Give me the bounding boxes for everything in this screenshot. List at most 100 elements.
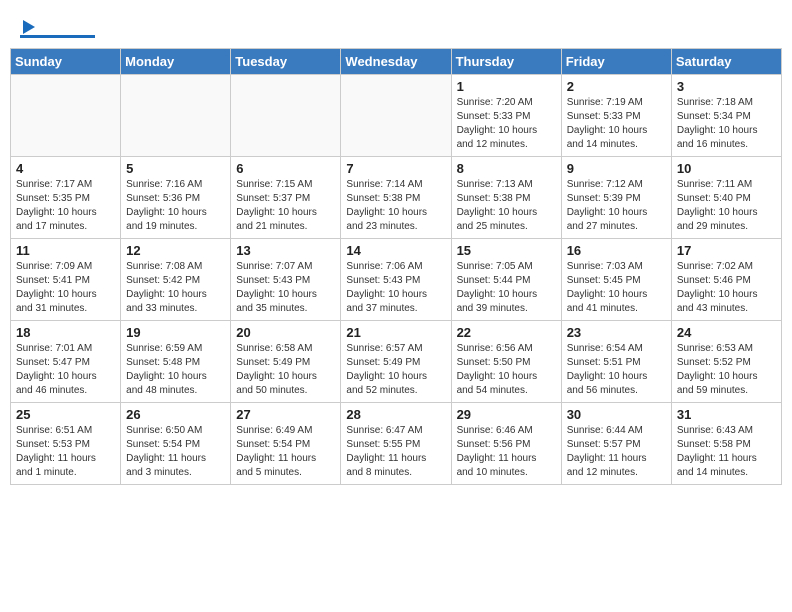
calendar-cell: 9Sunrise: 7:12 AM Sunset: 5:39 PM Daylig… — [561, 157, 671, 239]
day-number: 18 — [16, 325, 115, 340]
calendar-week-row: 18Sunrise: 7:01 AM Sunset: 5:47 PM Dayli… — [11, 321, 782, 403]
day-number: 15 — [457, 243, 556, 258]
day-info: Sunrise: 6:49 AM Sunset: 5:54 PM Dayligh… — [236, 424, 335, 480]
calendar-day-header: Tuesday — [231, 49, 341, 75]
calendar-cell: 23Sunrise: 6:54 AM Sunset: 5:51 PM Dayli… — [561, 321, 671, 403]
day-number: 6 — [236, 161, 335, 176]
day-info: Sunrise: 7:17 AM Sunset: 5:35 PM Dayligh… — [16, 178, 115, 234]
calendar-week-row: 25Sunrise: 6:51 AM Sunset: 5:53 PM Dayli… — [11, 403, 782, 485]
calendar-cell: 2Sunrise: 7:19 AM Sunset: 5:33 PM Daylig… — [561, 75, 671, 157]
calendar-day-header: Monday — [121, 49, 231, 75]
day-info: Sunrise: 7:08 AM Sunset: 5:42 PM Dayligh… — [126, 260, 225, 316]
calendar-cell: 12 Sunrise: 7:08 AM Sunset: 5:42 PM Dayli… — [121, 239, 231, 321]
calendar-day-header: Saturday — [671, 49, 781, 75]
day-number: 25 — [16, 407, 115, 422]
logo — [20, 20, 95, 38]
calendar-day-header: Thursday — [451, 49, 561, 75]
calendar-cell: 1Sunrise: 7:20 AM Sunset: 5:33 PM Daylig… — [451, 75, 561, 157]
calendar-cell: 11 Sunrise: 7:09 AM Sunset: 5:41 PM Dayli… — [11, 239, 121, 321]
day-info: Sunrise: 6:50 AM Sunset: 5:54 PM Dayligh… — [126, 424, 225, 480]
day-number: 28 — [346, 407, 445, 422]
day-info: Sunrise: 7:18 AM Sunset: 5:34 PM Dayligh… — [677, 96, 776, 152]
logo-bar — [20, 35, 95, 38]
day-number: 12 — [126, 243, 225, 258]
calendar-cell — [231, 75, 341, 157]
calendar-cell: 31 Sunrise: 6:43 AM Sunset: 5:58 PM Dayli… — [671, 403, 781, 485]
day-number: 16 — [567, 243, 666, 258]
day-number: 2 — [567, 79, 666, 94]
day-number: 29 — [457, 407, 556, 422]
day-number: 22 — [457, 325, 556, 340]
day-info: Sunrise: 6:57 AM Sunset: 5:49 PM Dayligh… — [346, 342, 445, 398]
calendar-cell: 21 Sunrise: 6:57 AM Sunset: 5:49 PM Dayli… — [341, 321, 451, 403]
calendar-cell: 27 Sunrise: 6:49 AM Sunset: 5:54 PM Dayli… — [231, 403, 341, 485]
day-number: 7 — [346, 161, 445, 176]
day-info: Sunrise: 7:12 AM Sunset: 5:39 PM Dayligh… — [567, 178, 666, 234]
calendar-cell: 29 Sunrise: 6:46 AM Sunset: 5:56 PM Dayli… — [451, 403, 561, 485]
day-info: Sunrise: 6:46 AM Sunset: 5:56 PM Dayligh… — [457, 424, 556, 480]
calendar-cell: 20 Sunrise: 6:58 AM Sunset: 5:49 PM Dayli… — [231, 321, 341, 403]
calendar-table: SundayMondayTuesdayWednesdayThursdayFrid… — [10, 48, 782, 485]
calendar-cell: 17 Sunrise: 7:02 AM Sunset: 5:46 PM Dayli… — [671, 239, 781, 321]
day-info: Sunrise: 7:06 AM Sunset: 5:43 PM Dayligh… — [346, 260, 445, 316]
calendar-cell: 7 Sunrise: 7:14 AM Sunset: 5:38 PM Daylig… — [341, 157, 451, 239]
calendar-cell: 24 Sunrise: 6:53 AM Sunset: 5:52 PM Dayli… — [671, 321, 781, 403]
calendar-day-header: Sunday — [11, 49, 121, 75]
day-info: Sunrise: 6:58 AM Sunset: 5:49 PM Dayligh… — [236, 342, 335, 398]
day-number: 8 — [457, 161, 556, 176]
day-number: 24 — [677, 325, 776, 340]
day-info: Sunrise: 7:15 AM Sunset: 5:37 PM Dayligh… — [236, 178, 335, 234]
calendar-cell: 19 Sunrise: 6:59 AM Sunset: 5:48 PM Dayli… — [121, 321, 231, 403]
day-info: Sunrise: 6:56 AM Sunset: 5:50 PM Dayligh… — [457, 342, 556, 398]
calendar-cell: 5Sunrise: 7:16 AM Sunset: 5:36 PM Daylig… — [121, 157, 231, 239]
calendar-week-row: 1Sunrise: 7:20 AM Sunset: 5:33 PM Daylig… — [11, 75, 782, 157]
calendar-cell — [341, 75, 451, 157]
logo-arrow-icon — [23, 20, 35, 34]
day-number: 30 — [567, 407, 666, 422]
day-number: 4 — [16, 161, 115, 176]
day-info: Sunrise: 6:44 AM Sunset: 5:57 PM Dayligh… — [567, 424, 666, 480]
calendar-cell: 15 Sunrise: 7:05 AM Sunset: 5:44 PM Dayli… — [451, 239, 561, 321]
day-number: 3 — [677, 79, 776, 94]
day-info: Sunrise: 7:02 AM Sunset: 5:46 PM Dayligh… — [677, 260, 776, 316]
calendar-day-header: Friday — [561, 49, 671, 75]
day-number: 20 — [236, 325, 335, 340]
day-number: 31 — [677, 407, 776, 422]
calendar-cell: 13 Sunrise: 7:07 AM Sunset: 5:43 PM Dayli… — [231, 239, 341, 321]
day-number: 13 — [236, 243, 335, 258]
day-number: 21 — [346, 325, 445, 340]
day-info: Sunrise: 7:05 AM Sunset: 5:44 PM Dayligh… — [457, 260, 556, 316]
calendar-cell: 4 Sunrise: 7:17 AM Sunset: 5:35 PM Daylig… — [11, 157, 121, 239]
day-number: 10 — [677, 161, 776, 176]
day-info: Sunrise: 7:11 AM Sunset: 5:40 PM Dayligh… — [677, 178, 776, 234]
day-info: Sunrise: 7:14 AM Sunset: 5:38 PM Dayligh… — [346, 178, 445, 234]
calendar-cell: 25Sunrise: 6:51 AM Sunset: 5:53 PM Dayli… — [11, 403, 121, 485]
day-info: Sunrise: 6:59 AM Sunset: 5:48 PM Dayligh… — [126, 342, 225, 398]
day-info: Sunrise: 7:13 AM Sunset: 5:38 PM Dayligh… — [457, 178, 556, 234]
day-info: Sunrise: 7:07 AM Sunset: 5:43 PM Dayligh… — [236, 260, 335, 316]
day-number: 11 — [16, 243, 115, 258]
day-number: 19 — [126, 325, 225, 340]
calendar-cell: 16 Sunrise: 7:03 AM Sunset: 5:45 PM Dayli… — [561, 239, 671, 321]
calendar-body: 1Sunrise: 7:20 AM Sunset: 5:33 PM Daylig… — [11, 75, 782, 485]
day-number: 14 — [346, 243, 445, 258]
day-info: Sunrise: 7:03 AM Sunset: 5:45 PM Dayligh… — [567, 260, 666, 316]
calendar-week-row: 11 Sunrise: 7:09 AM Sunset: 5:41 PM Dayli… — [11, 239, 782, 321]
page-header — [10, 10, 782, 43]
day-info: Sunrise: 6:54 AM Sunset: 5:51 PM Dayligh… — [567, 342, 666, 398]
calendar-header-row: SundayMondayTuesdayWednesdayThursdayFrid… — [11, 49, 782, 75]
calendar-cell: 18Sunrise: 7:01 AM Sunset: 5:47 PM Dayli… — [11, 321, 121, 403]
calendar-week-row: 4 Sunrise: 7:17 AM Sunset: 5:35 PM Daylig… — [11, 157, 782, 239]
calendar-cell: 28Sunrise: 6:47 AM Sunset: 5:55 PM Dayli… — [341, 403, 451, 485]
calendar-cell: 22 Sunrise: 6:56 AM Sunset: 5:50 PM Dayli… — [451, 321, 561, 403]
day-info: Sunrise: 6:53 AM Sunset: 5:52 PM Dayligh… — [677, 342, 776, 398]
day-info: Sunrise: 7:09 AM Sunset: 5:41 PM Dayligh… — [16, 260, 115, 316]
calendar-cell — [121, 75, 231, 157]
calendar-cell: 14 Sunrise: 7:06 AM Sunset: 5:43 PM Dayli… — [341, 239, 451, 321]
calendar-cell: 30 Sunrise: 6:44 AM Sunset: 5:57 PM Dayli… — [561, 403, 671, 485]
calendar-cell: 10 Sunrise: 7:11 AM Sunset: 5:40 PM Dayli… — [671, 157, 781, 239]
calendar-cell: 6 Sunrise: 7:15 AM Sunset: 5:37 PM Daylig… — [231, 157, 341, 239]
day-number: 27 — [236, 407, 335, 422]
day-info: Sunrise: 6:43 AM Sunset: 5:58 PM Dayligh… — [677, 424, 776, 480]
day-number: 17 — [677, 243, 776, 258]
